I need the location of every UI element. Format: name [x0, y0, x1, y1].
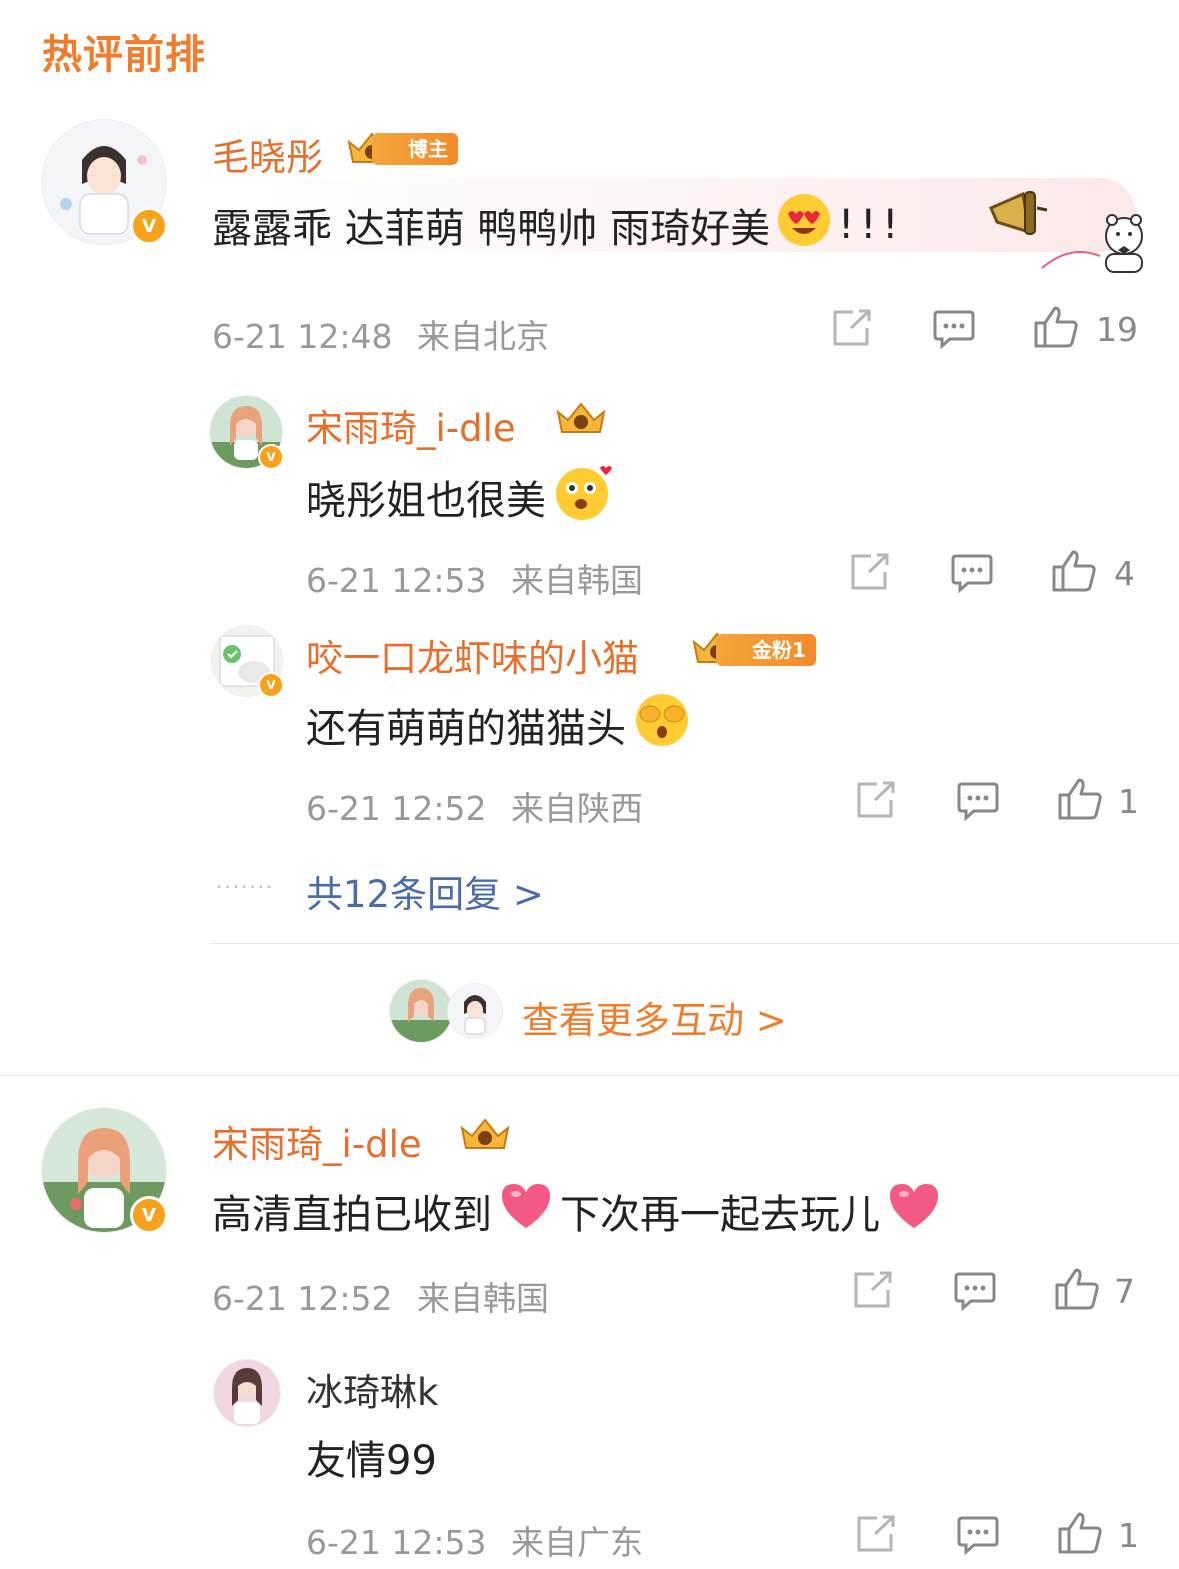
comment-icon[interactable]	[953, 1270, 997, 1312]
fan-level-tag: 金粉1	[716, 634, 816, 666]
divider	[210, 943, 1179, 944]
comment-text: 露露乖 达菲萌 鸭鸭帅 雨琦好美 !!!	[212, 192, 904, 258]
reply-author[interactable]: 咬一口龙虾味的小猫	[306, 628, 639, 682]
reply-meta: 6-21 12:53 来自韩国	[306, 554, 643, 602]
comment-text-part-a: 高清直拍已收到	[212, 1192, 492, 1238]
comment-location: 来自韩国	[417, 1279, 549, 1318]
like-count: 1	[1118, 1516, 1139, 1555]
share-icon[interactable]	[855, 1514, 897, 1554]
thumbs-up-icon[interactable]	[1054, 1267, 1100, 1311]
reply-author[interactable]: 冰琦琳k	[306, 1362, 438, 1416]
share-icon[interactable]	[855, 780, 897, 820]
comment-icon[interactable]	[956, 780, 1000, 822]
like-count: 7	[1114, 1272, 1135, 1311]
blogger-tag: 博主	[372, 133, 458, 165]
thumbs-up-icon[interactable]	[1033, 305, 1079, 349]
thumbs-up-icon[interactable]	[1057, 1511, 1103, 1555]
reply-location: 来自韩国	[511, 561, 643, 600]
reply-text: 还有萌萌的猫猫头	[306, 690, 692, 760]
reply-location: 来自广东	[511, 1523, 643, 1562]
heart-emoji-icon	[498, 1180, 554, 1242]
covering-eyes-emoji-icon	[632, 690, 692, 760]
reply-time: 6-21 12:53	[306, 1523, 487, 1562]
comment-author[interactable]: 毛晓彤	[212, 127, 323, 181]
like-count: 4	[1114, 554, 1135, 593]
reply-location: 来自陕西	[511, 789, 643, 828]
share-icon[interactable]	[831, 308, 873, 348]
comment-text: 高清直拍已收到 下次再一起去玩儿	[212, 1180, 942, 1242]
view-more-interactions-link[interactable]: 查看更多互动 >	[522, 990, 787, 1044]
reply-text-content: 友情99	[306, 1438, 437, 1484]
more-dots: ·······	[216, 875, 275, 899]
section-title: 热评前排	[42, 32, 206, 78]
reply-meta: 6-21 12:53 来自广东	[306, 1516, 643, 1564]
share-icon[interactable]	[849, 552, 891, 592]
heart-eyes-emoji-icon	[776, 192, 832, 258]
verified-badge-icon: V	[258, 444, 284, 470]
thumbs-up-icon[interactable]	[1051, 549, 1097, 593]
verified-badge-icon: V	[258, 672, 284, 698]
comment-time: 6-21 12:52	[212, 1279, 393, 1318]
comment-meta: 6-21 12:48 来自北京	[212, 310, 549, 358]
reply-text-content: 晓彤姐也很美	[306, 478, 546, 524]
reply-time: 6-21 12:53	[306, 561, 487, 600]
thumbs-up-icon[interactable]	[1057, 777, 1103, 821]
share-icon[interactable]	[852, 1270, 894, 1310]
crown-icon	[556, 402, 606, 433]
excited-face-emoji-icon	[552, 462, 616, 532]
view-replies-link[interactable]: 共12条回复 >	[306, 864, 544, 918]
reply-time: 6-21 12:52	[306, 789, 487, 828]
crown-icon	[460, 1118, 510, 1149]
comment-icon[interactable]	[950, 552, 994, 594]
verified-badge-icon: V	[130, 1196, 168, 1234]
comment-meta: 6-21 12:52 来自韩国	[212, 1272, 549, 1320]
avatar	[448, 984, 502, 1038]
bear-sticker-icon	[1041, 214, 1143, 273]
reply-meta: 6-21 12:52 来自陕西	[306, 782, 643, 830]
divider	[0, 1075, 1179, 1076]
comment-text-suffix: !!!	[838, 202, 905, 248]
comment-icon[interactable]	[932, 308, 976, 350]
like-count: 1	[1118, 782, 1139, 821]
comment-time: 6-21 12:48	[212, 317, 393, 356]
heart-emoji-icon	[886, 1180, 942, 1242]
reply-author[interactable]: 宋雨琦_i-dle	[306, 398, 516, 452]
verified-badge-icon: V	[130, 207, 168, 245]
comment-text-content: 露露乖 达菲萌 鸭鸭帅 雨琦好美	[212, 206, 771, 252]
like-count: 19	[1096, 310, 1138, 349]
avatar	[390, 980, 452, 1042]
comment-text-part-b: 下次再一起去玩儿	[560, 1192, 880, 1238]
reply-text-content: 还有萌萌的猫猫头	[306, 706, 626, 752]
comment-author[interactable]: 宋雨琦_i-dle	[212, 1114, 422, 1168]
reply-text: 晓彤姐也很美	[306, 462, 616, 532]
comment-location: 来自北京	[417, 317, 549, 356]
avatar[interactable]	[214, 1360, 280, 1426]
reply-text: 友情99	[306, 1428, 437, 1486]
comment-icon[interactable]	[956, 1514, 1000, 1556]
